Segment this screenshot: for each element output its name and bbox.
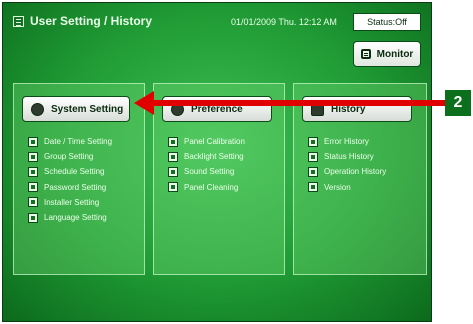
menu-item-language-setting[interactable]: Language Setting [28, 210, 112, 225]
menu-item-installer-setting[interactable]: Installer Setting [28, 195, 112, 210]
status-indicator[interactable]: Status:Off [353, 13, 421, 31]
menu-item-label: Version [324, 182, 351, 192]
history-list: Error History Status History Operation H… [308, 134, 386, 195]
menu-item-label: Date / Time Setting [44, 137, 113, 147]
page-title: User Setting / History [30, 14, 153, 28]
preference-icon [171, 102, 184, 116]
calibration-icon [168, 136, 178, 147]
datetime-display: 01/01/2009 Thu. 12:12 AM [231, 17, 337, 27]
monitor-button-label: Monitor [376, 48, 414, 60]
menu-item-label: Panel Calibration [184, 137, 245, 147]
menu-item-label: Panel Cleaning [184, 182, 239, 192]
operation-icon [308, 166, 318, 177]
history-button[interactable]: History [302, 96, 412, 122]
history-button-label: History [331, 103, 366, 115]
history-icon [311, 102, 324, 116]
header: User Setting / History [13, 13, 152, 29]
clock-icon [28, 166, 38, 177]
password-icon [28, 182, 38, 193]
cleaning-icon [168, 182, 178, 193]
menu-item-label: Group Setting [44, 152, 94, 162]
menu-item-password-setting[interactable]: Password Setting [28, 180, 112, 195]
group-icon [28, 151, 38, 162]
menu-item-label: Backlight Setting [184, 152, 244, 162]
system-setting-panel: System Setting Date / Time Setting Group… [13, 83, 145, 275]
status-icon [308, 151, 318, 162]
info-icon [308, 182, 318, 193]
gear-icon [31, 102, 44, 116]
menu-item-label: Password Setting [44, 182, 107, 192]
menu-list-icon [13, 15, 24, 27]
preference-panel: Preference Panel Calibration Backlight S… [153, 83, 285, 275]
menu-item-label: Status History [324, 152, 374, 162]
system-setting-list: Date / Time Setting Group Setting Schedu… [28, 134, 112, 225]
menu-item-version[interactable]: Version [308, 180, 386, 195]
history-panel: History Error History Status History Ope… [293, 83, 427, 275]
menu-item-label: Sound Setting [184, 167, 235, 177]
menu-item-label: Installer Setting [44, 197, 100, 207]
system-setting-button[interactable]: System Setting [22, 96, 130, 122]
menu-item-date-time-setting[interactable]: Date / Time Setting [28, 134, 112, 149]
menu-item-label: Language Setting [44, 213, 107, 223]
monitor-button[interactable]: Monitor [353, 41, 421, 67]
monitor-icon [360, 49, 371, 59]
menu-item-status-history[interactable]: Status History [308, 149, 386, 164]
system-setting-button-label: System Setting [51, 103, 124, 115]
preference-button-label: Preference [191, 103, 243, 115]
device-screen: User Setting / History 01/01/2009 Thu. 1… [2, 2, 432, 322]
menu-item-label: Error History [324, 137, 369, 147]
menu-item-schedule-setting[interactable]: Schedule Setting [28, 164, 112, 179]
calendar-icon [28, 136, 38, 147]
preference-list: Panel Calibration Backlight Setting Soun… [168, 134, 245, 195]
menu-item-sound-setting[interactable]: Sound Setting [168, 164, 245, 179]
language-icon [28, 212, 38, 223]
preference-button[interactable]: Preference [162, 96, 272, 122]
menu-item-panel-calibration[interactable]: Panel Calibration [168, 134, 245, 149]
wrench-icon [28, 197, 38, 208]
menu-item-operation-history[interactable]: Operation History [308, 164, 386, 179]
menu-item-error-history[interactable]: Error History [308, 134, 386, 149]
menu-item-backlight-setting[interactable]: Backlight Setting [168, 149, 245, 164]
backlight-icon [168, 151, 178, 162]
speaker-icon [168, 166, 178, 177]
menu-item-panel-cleaning[interactable]: Panel Cleaning [168, 180, 245, 195]
menu-item-group-setting[interactable]: Group Setting [28, 149, 112, 164]
menu-item-label: Schedule Setting [44, 167, 105, 177]
menu-item-label: Operation History [324, 167, 387, 177]
error-icon [308, 136, 318, 147]
callout-number-badge: 2 [445, 90, 471, 116]
